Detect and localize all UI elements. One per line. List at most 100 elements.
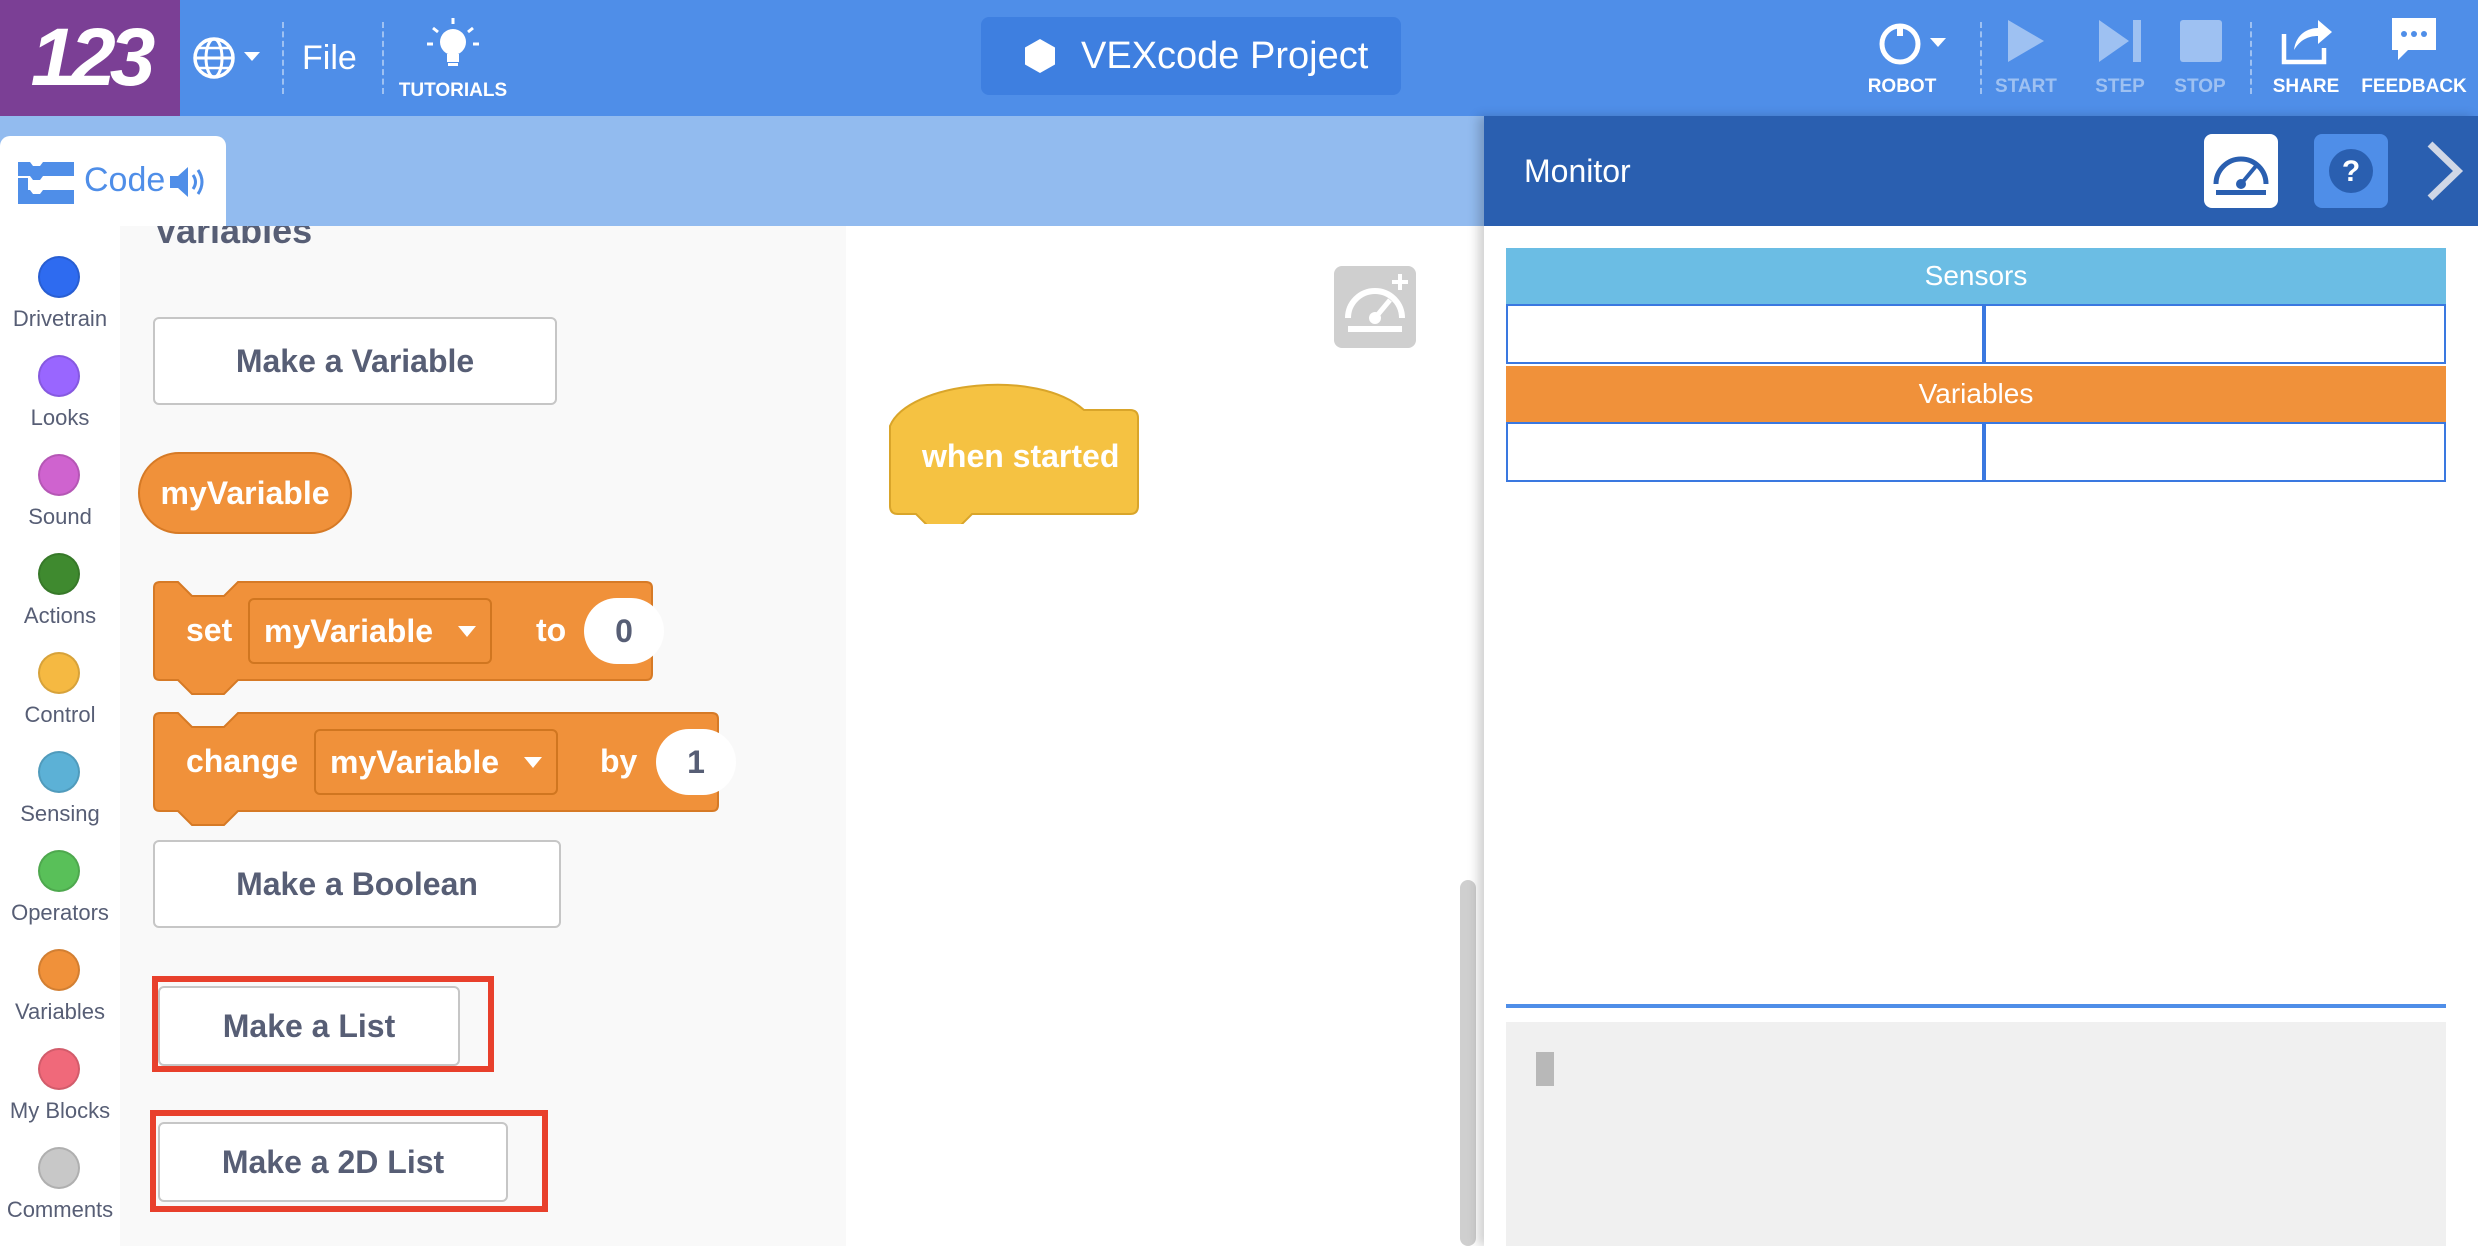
change-variable-dropdown[interactable]: myVariable (314, 729, 558, 795)
robot-button[interactable]: ROBOT (1852, 10, 1952, 106)
help-button[interactable]: ? (2314, 134, 2388, 208)
block-flyout: Variables Make a Variable myVariable set… (120, 226, 846, 1246)
variables-section-header: Variables (1506, 366, 2446, 422)
category-color-dot (38, 1147, 80, 1189)
make-boolean-button[interactable]: Make a Boolean (153, 840, 561, 928)
category-color-dot (38, 355, 80, 397)
category-color-dot (38, 652, 80, 694)
app-logo[interactable]: 123 (0, 0, 180, 116)
monitor-title: Monitor (1524, 153, 1631, 189)
change-by-word: by (600, 743, 638, 779)
speaker-icon[interactable] (168, 162, 210, 202)
gauge-icon (2213, 156, 2269, 195)
toolbar-divider (1980, 22, 1982, 94)
category-sound[interactable]: Sound (0, 436, 120, 530)
share-button[interactable]: SHARE (2266, 10, 2346, 106)
category-label: Comments (6, 1197, 114, 1222)
category-label: Variables (14, 999, 106, 1024)
code-workspace[interactable]: when started (846, 226, 1484, 1246)
project-title: VEXcode Project (1081, 35, 1369, 77)
category-sensing[interactable]: Sensing (0, 733, 120, 827)
stop-button[interactable]: STOP (2170, 10, 2230, 106)
step-label: STEP (2095, 76, 2145, 97)
share-label: SHARE (2272, 76, 2340, 97)
set-variable-dropdown-label: myVariable (264, 613, 433, 649)
flyout-heading: Variables (154, 226, 313, 251)
console-divider[interactable] (1506, 1004, 2446, 1008)
svg-text:?: ? (2342, 155, 2360, 188)
category-color-dot (38, 949, 80, 991)
category-color-dot (38, 850, 80, 892)
start-label: START (1995, 76, 2057, 97)
robot-label: ROBOT (1867, 76, 1937, 97)
sensors-row (1506, 304, 2446, 364)
change-keyword: change (186, 743, 299, 779)
category-operators[interactable]: Operators (0, 832, 120, 926)
highlight-box (150, 1110, 548, 1212)
start-button[interactable]: START (1995, 10, 2057, 106)
category-list: Drivetrain Looks Sound Actions Control S… (0, 226, 120, 1246)
set-variable-dropdown[interactable]: myVariable (248, 598, 492, 664)
monitor-gauge-button[interactable] (2204, 134, 2278, 208)
set-value-input[interactable]: 0 (584, 598, 664, 664)
variables-row (1506, 422, 2446, 482)
variable-reporter-block[interactable]: myVariable (138, 452, 352, 534)
category-actions[interactable]: Actions (0, 535, 120, 629)
stop-icon (2180, 20, 2222, 62)
chat-bubble-icon (2392, 18, 2436, 60)
variable-slot[interactable] (1984, 422, 2446, 482)
stop-label: STOP (2174, 76, 2226, 97)
caret-down-icon (458, 626, 476, 637)
file-menu[interactable]: File (302, 30, 357, 86)
sensor-slot[interactable] (1506, 304, 1984, 364)
sensors-section-header: Sensors (1506, 248, 2446, 304)
monitor-header: Monitor ? (1484, 116, 2478, 226)
code-tab[interactable]: Code (0, 136, 226, 226)
sensor-slot[interactable] (1984, 304, 2446, 364)
make-variable-button[interactable]: Make a Variable (153, 317, 557, 405)
feedback-label: FEEDBACK (2361, 76, 2467, 97)
language-menu[interactable] (192, 28, 272, 88)
chevron-right-icon[interactable] (2420, 140, 2470, 202)
play-icon (2008, 20, 2044, 62)
share-icon (2281, 20, 2332, 65)
toolbar-divider (2250, 22, 2252, 94)
category-my-blocks[interactable]: My Blocks (0, 1030, 120, 1124)
category-color-dot (38, 751, 80, 793)
category-label: Drivetrain (12, 306, 108, 331)
tutorials-button[interactable]: TUTORIALS (392, 12, 514, 102)
globe-icon (193, 37, 260, 79)
category-label: Sound (28, 504, 92, 529)
category-variables[interactable]: Variables (0, 931, 120, 1025)
category-drivetrain[interactable]: Drivetrain (0, 238, 120, 332)
category-looks[interactable]: Looks (0, 337, 120, 431)
change-value-input[interactable]: 1 (656, 729, 736, 795)
monitor-panel: Monitor ? Sensors Variables (1484, 116, 2478, 1246)
set-variable-block[interactable]: set myVariable to 0 (152, 580, 772, 706)
add-to-monitor-icon[interactable] (1334, 266, 1416, 348)
variable-slot[interactable] (1506, 422, 1984, 482)
category-label: Control (24, 702, 96, 727)
category-label: Looks (30, 405, 90, 430)
highlight-box (152, 976, 494, 1072)
workspace-scrollbar[interactable] (1460, 880, 1476, 1246)
category-control[interactable]: Control (0, 634, 120, 728)
category-color-dot (38, 553, 80, 595)
print-console[interactable] (1506, 1022, 2446, 1246)
toolbar-divider (382, 22, 384, 94)
step-button[interactable]: STEP (2090, 10, 2150, 106)
lightbulb-icon (427, 18, 479, 66)
project-title-button[interactable]: VEXcode Project (981, 17, 1401, 95)
change-variable-block[interactable]: change myVariable by 1 (152, 711, 772, 837)
caret-down-icon (524, 757, 542, 768)
category-comments[interactable]: Comments (0, 1129, 120, 1223)
category-color-dot (38, 454, 80, 496)
chevron-down-icon (244, 52, 260, 61)
feedback-button[interactable]: FEEDBACK (2358, 10, 2470, 106)
top-bar: 123 File TUTORIALS VEXcode Project ROBOT… (0, 0, 2478, 116)
change-variable-dropdown-label: myVariable (330, 744, 499, 780)
category-color-dot (38, 1048, 80, 1090)
category-label: My Blocks (9, 1098, 111, 1123)
console-cursor (1536, 1052, 1554, 1086)
category-label: Actions (23, 603, 97, 628)
